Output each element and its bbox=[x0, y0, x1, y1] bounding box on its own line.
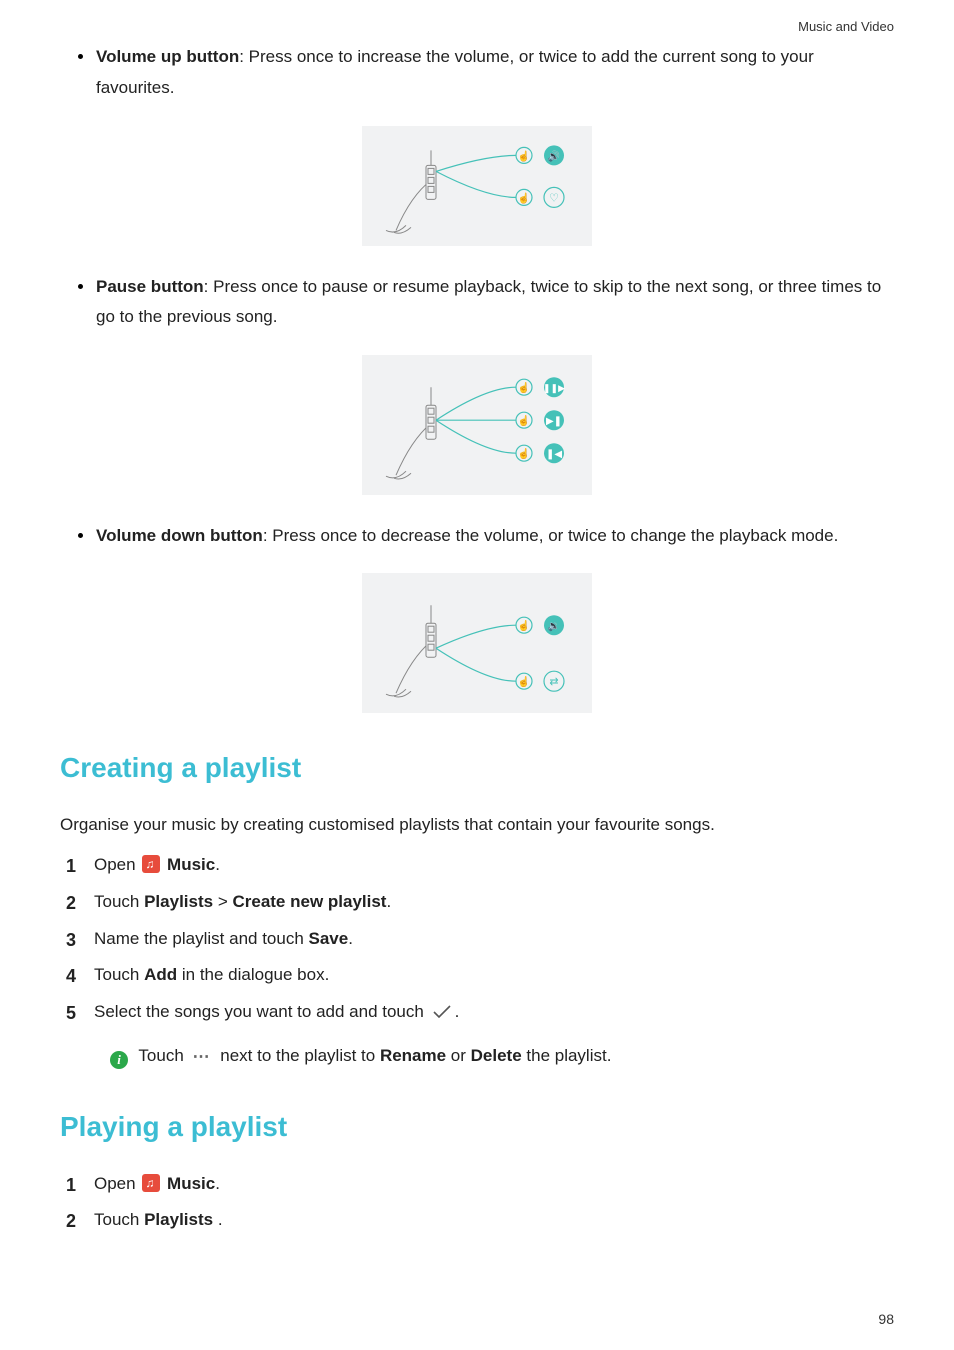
figure-volume-up: ☝ 🔊 ☝ ♡ bbox=[60, 126, 894, 246]
svg-text:☝: ☝ bbox=[518, 191, 530, 204]
svg-text:❚◀: ❚◀ bbox=[546, 449, 562, 460]
heading-playing-playlist: Playing a playlist bbox=[60, 1102, 894, 1152]
figure-volume-down: ☝ 🔉 ☝ ⇄ bbox=[60, 573, 894, 713]
svg-text:☝: ☝ bbox=[518, 620, 530, 633]
svg-text:♡: ♡ bbox=[549, 192, 559, 204]
text: . bbox=[348, 929, 353, 948]
step-1: Open Music. bbox=[60, 850, 894, 881]
bullet-volume-down: Volume down button: Press once to decrea… bbox=[60, 521, 894, 552]
creating-steps: Open Music. Touch Playlists > Create new… bbox=[60, 850, 894, 1031]
text: Open bbox=[94, 1174, 140, 1193]
step-2: Touch Playlists . bbox=[60, 1205, 894, 1236]
text: Touch bbox=[138, 1046, 188, 1065]
svg-text:☝: ☝ bbox=[518, 381, 530, 394]
bullet-label: Pause button bbox=[96, 277, 204, 296]
text: Select the songs you want to add and tou… bbox=[94, 1002, 429, 1021]
page-number: 98 bbox=[878, 1307, 894, 1332]
text: . bbox=[386, 892, 391, 911]
info-note: i Touch ⋯ next to the playlist to Rename… bbox=[60, 1041, 894, 1072]
checkmark-icon bbox=[431, 1001, 453, 1032]
menu-item: Create new playlist bbox=[232, 892, 386, 911]
text: Touch bbox=[94, 1210, 144, 1229]
heading-creating-playlist: Creating a playlist bbox=[60, 743, 894, 793]
bullet-volume-up: Volume up button: Press once to increase… bbox=[60, 42, 894, 103]
svg-text:🔊: 🔊 bbox=[548, 149, 560, 162]
app-name: Music bbox=[162, 1174, 215, 1193]
step-5: Select the songs you want to add and tou… bbox=[60, 997, 894, 1032]
text: Open bbox=[94, 855, 140, 874]
bullet-label: Volume up button bbox=[96, 47, 239, 66]
bullet-text: : Press once to pause or resume playback… bbox=[96, 277, 881, 327]
text: > bbox=[213, 892, 232, 911]
music-app-icon bbox=[142, 1174, 160, 1192]
svg-text:▶❚: ▶❚ bbox=[546, 416, 562, 427]
bullet-pause: Pause button: Press once to pause or res… bbox=[60, 272, 894, 333]
bullet-label: Volume down button bbox=[96, 526, 263, 545]
step-2: Touch Playlists > Create new playlist. bbox=[60, 887, 894, 918]
text: Touch bbox=[94, 892, 144, 911]
info-icon: i bbox=[110, 1051, 128, 1069]
figure-pause: ☝ ❚❚▶ ☝ ▶❚ ☝ ❚◀ bbox=[60, 355, 894, 495]
page-header: Music and Video bbox=[60, 15, 894, 38]
svg-text:☝: ☝ bbox=[518, 676, 530, 689]
button-name: Save bbox=[309, 929, 349, 948]
playing-steps: Open Music. Touch Playlists . bbox=[60, 1169, 894, 1236]
text: . bbox=[215, 855, 220, 874]
headset-pause-illustration: ☝ ❚❚▶ ☝ ▶❚ ☝ ❚◀ bbox=[376, 365, 576, 495]
headset-volume-down-illustration: ☝ 🔉 ☝ ⇄ bbox=[376, 584, 576, 714]
svg-text:🔉: 🔉 bbox=[548, 622, 560, 633]
step-3: Name the playlist and touch Save. bbox=[60, 924, 894, 955]
button-name: Add bbox=[144, 965, 177, 984]
svg-text:☝: ☝ bbox=[518, 414, 530, 427]
svg-text:☝: ☝ bbox=[518, 447, 530, 460]
menu-item: Playlists bbox=[144, 892, 213, 911]
text: . bbox=[213, 1210, 222, 1229]
text: Touch bbox=[94, 965, 144, 984]
svg-text:☝: ☝ bbox=[518, 149, 530, 162]
action-name: Rename bbox=[380, 1046, 446, 1065]
text: in the dialogue box. bbox=[177, 965, 329, 984]
headset-volume-up-illustration: ☝ 🔊 ☝ ♡ bbox=[376, 135, 576, 245]
app-name: Music bbox=[162, 855, 215, 874]
creating-intro: Organise your music by creating customis… bbox=[60, 810, 894, 841]
svg-text:⇄: ⇄ bbox=[549, 677, 558, 689]
step-1: Open Music. bbox=[60, 1169, 894, 1200]
text: or bbox=[446, 1046, 471, 1065]
music-app-icon bbox=[142, 855, 160, 873]
more-options-icon: ⋯ bbox=[193, 1042, 212, 1073]
text: . bbox=[455, 1002, 460, 1021]
text: next to the playlist to bbox=[216, 1046, 380, 1065]
text: Name the playlist and touch bbox=[94, 929, 309, 948]
menu-item: Playlists bbox=[144, 1210, 213, 1229]
bullet-text: : Press once to decrease the volume, or … bbox=[263, 526, 839, 545]
text: the playlist. bbox=[522, 1046, 612, 1065]
action-name: Delete bbox=[471, 1046, 522, 1065]
step-4: Touch Add in the dialogue box. bbox=[60, 960, 894, 991]
text: . bbox=[215, 1174, 220, 1193]
svg-text:❚❚▶: ❚❚▶ bbox=[543, 383, 565, 394]
